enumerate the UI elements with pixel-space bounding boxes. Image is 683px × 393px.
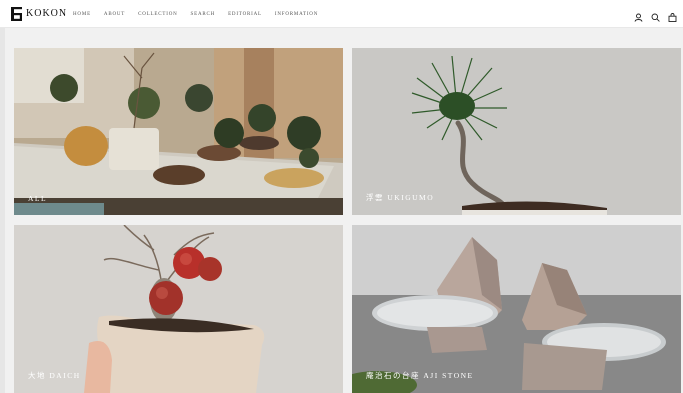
nav-about[interactable]: ABOUT <box>104 11 125 18</box>
nav-collection[interactable]: COLLECTION <box>138 11 177 18</box>
account-icon[interactable] <box>634 9 643 22</box>
nav-search[interactable]: SEARCH <box>191 11 216 18</box>
brand-name: KOKON <box>26 8 68 19</box>
page-edge <box>0 28 5 393</box>
nav-information[interactable]: INFORMATION <box>275 11 318 18</box>
nav-editorial[interactable]: EDITORIAL <box>228 11 262 18</box>
header-icons <box>634 9 677 22</box>
site-header: KOKON HOME ABOUT COLLECTION SEARCH EDITO… <box>0 0 683 28</box>
collection-label-daich: 大地 DAICH <box>28 371 81 380</box>
collection-tile-daich[interactable]: 大地 DAICH <box>14 225 343 393</box>
brand-logo[interactable]: KOKON <box>11 6 67 22</box>
nav-home[interactable]: HOME <box>73 11 91 18</box>
collection-photo-daich <box>14 225 343 393</box>
main-nav: HOME ABOUT COLLECTION SEARCH EDITORIAL I… <box>73 11 318 18</box>
collection-tile-aji-stone[interactable]: 庵治石の台座 AJI STONE <box>352 225 681 393</box>
collection-tile-ukigumo[interactable]: 浮雲 UKIGUMO <box>352 48 681 215</box>
kokon-logo-mark-icon <box>11 7 22 21</box>
collection-tile-all[interactable]: ALL <box>14 48 343 215</box>
collection-photo-all <box>14 48 343 215</box>
collection-photo-ukigumo <box>352 48 681 215</box>
collection-label-ukigumo: 浮雲 UKIGUMO <box>366 193 435 202</box>
cart-icon[interactable] <box>668 9 677 22</box>
collection-label-aji-stone: 庵治石の台座 AJI STONE <box>366 371 474 380</box>
collection-photo-aji-stone <box>352 225 681 393</box>
search-icon[interactable] <box>651 9 660 22</box>
collection-label-all: ALL <box>28 194 48 203</box>
